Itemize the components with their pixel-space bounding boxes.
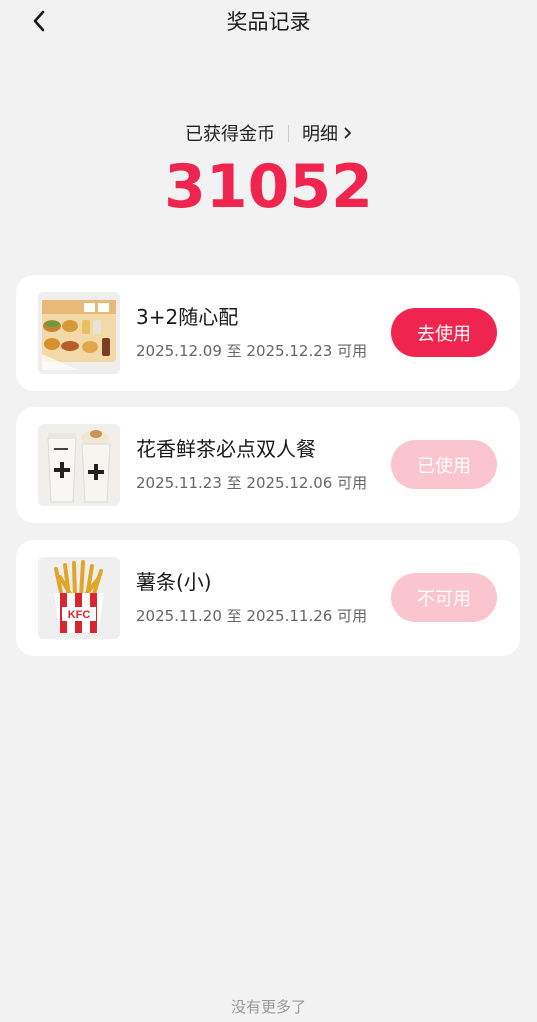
divider [288, 124, 289, 142]
header: 奖品记录 [0, 0, 537, 42]
prize-card: 3+2随心配 2025.12.09 至 2025.12.23 可用 去使用 [16, 275, 520, 391]
svg-text:KFC: KFC [68, 609, 91, 621]
tea-cups-image [38, 424, 120, 506]
page-title: 奖品记录 [226, 10, 311, 34]
chevron-right-icon [344, 127, 351, 139]
coins-label-row: 已获得金币 明细 [0, 118, 537, 148]
item-name: 花香鲜茶必点双人餐 [136, 437, 316, 461]
item-validity: 2025.12.09 至 2025.12.23 可用 [136, 342, 368, 360]
detail-link-label: 明细 [302, 124, 338, 145]
unavailable-button[interactable]: 不可用 [391, 573, 497, 622]
item-name: 薯条(小) [136, 570, 212, 594]
coins-label: 已获得金币 [185, 124, 275, 145]
combo-meal-image [38, 292, 120, 374]
fries-image: KFC [38, 557, 120, 639]
used-button[interactable]: 已使用 [391, 440, 497, 489]
prize-card: 花香鲜茶必点双人餐 2025.11.23 至 2025.12.06 可用 已使用 [16, 407, 520, 523]
detail-link[interactable]: 明细 [302, 120, 352, 146]
coins-summary: 已获得金币 明细 31052 [0, 118, 537, 220]
item-validity: 2025.11.23 至 2025.12.06 可用 [136, 474, 368, 492]
use-button[interactable]: 去使用 [391, 308, 497, 357]
no-more-text: 没有更多了 [230, 998, 306, 1016]
item-name: 3+2随心配 [136, 305, 239, 329]
item-validity: 2025.11.20 至 2025.11.26 可用 [136, 607, 368, 625]
prize-card: KFC 薯条(小) 2025.11.20 至 2025.11.26 可用 不可用 [16, 540, 520, 656]
coins-value: 31052 [164, 152, 373, 222]
